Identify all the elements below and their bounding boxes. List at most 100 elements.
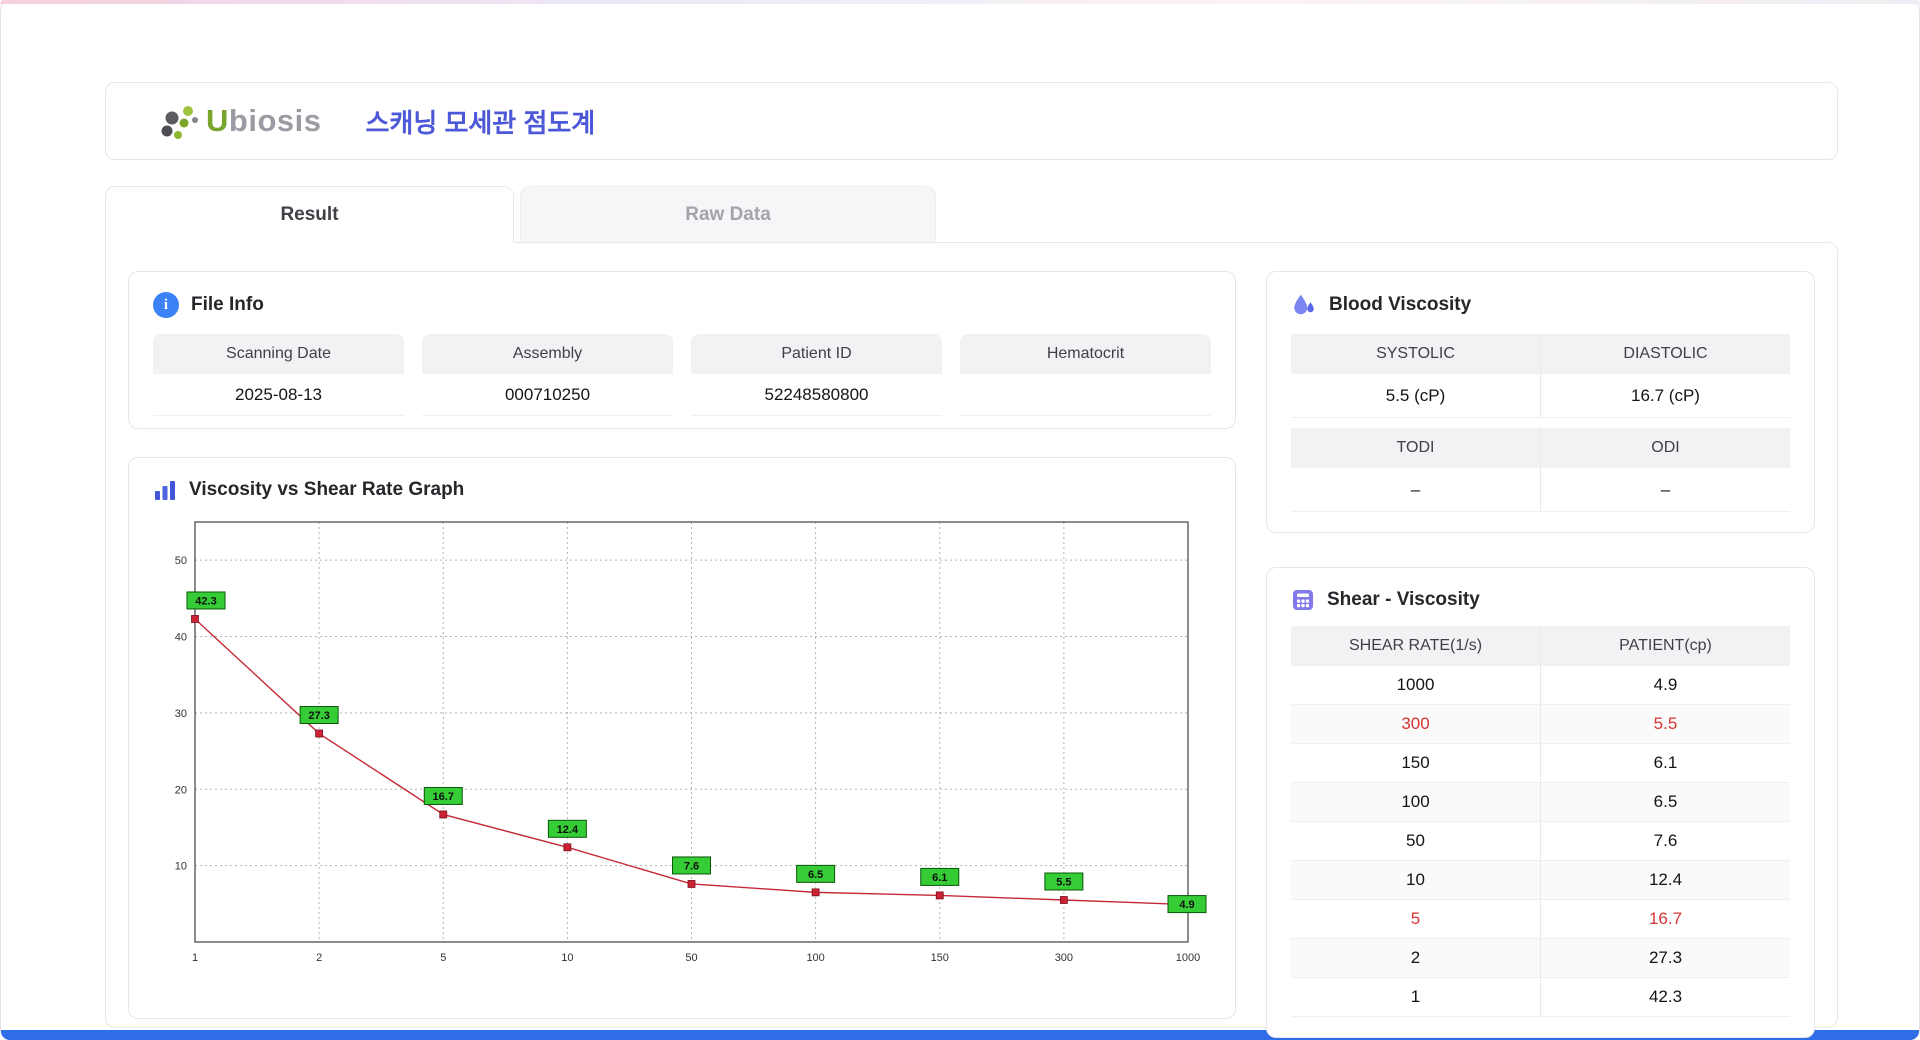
shear-table-row: 100 6.5 xyxy=(1291,783,1790,822)
bv-value-row-1: 5.5 (cP) 16.7 (cP) xyxy=(1291,374,1790,418)
shear-rate-cell: 5 xyxy=(1291,900,1541,938)
shear-table-row: 300 5.5 xyxy=(1291,705,1790,744)
shear-table-row: 2 27.3 xyxy=(1291,939,1790,978)
field-label: Scanning Date xyxy=(153,334,404,374)
brand-text: Ubiosis xyxy=(206,103,321,139)
shear-table-row: 50 7.6 xyxy=(1291,822,1790,861)
systolic-value: 5.5 (cP) xyxy=(1291,374,1541,418)
right-column: Blood Viscosity SYSTOLIC DIASTOLIC 5.5 (… xyxy=(1266,271,1815,1038)
svg-text:50: 50 xyxy=(175,555,187,567)
info-icon xyxy=(153,292,179,318)
chart-wrap: 1 2 5 10 50 100 150 300 1000 10 20 30 40 50 42.3 27.3 16… xyxy=(153,514,1211,991)
shear-viscosity-title-row: Shear - Viscosity xyxy=(1291,588,1790,612)
brand-text-rest: biosis xyxy=(228,103,322,138)
page-title: 스캐닝 모세관 점도계 xyxy=(365,107,596,138)
ubiosis-logo-icon xyxy=(161,106,198,139)
svg-text:5: 5 xyxy=(440,952,446,964)
field-value: 000710250 xyxy=(422,374,673,416)
diastolic-value: 16.7 (cP) xyxy=(1541,374,1790,418)
result-panel: File Info Scanning Date2025-08-13Assembl… xyxy=(105,242,1838,1038)
svg-text:100: 100 xyxy=(806,952,824,964)
patient-column-header: PATIENT(cp) xyxy=(1619,637,1712,654)
svg-text:30: 30 xyxy=(175,708,187,720)
graph-title: Viscosity vs Shear Rate Graph xyxy=(189,479,465,500)
blood-viscosity-card: Blood Viscosity SYSTOLIC DIASTOLIC 5.5 (… xyxy=(1266,271,1815,533)
shear-table-row: 5 16.7 xyxy=(1291,900,1790,939)
blood-viscosity-title-row: Blood Viscosity xyxy=(1291,292,1790,318)
bv-spacer xyxy=(1291,418,1790,428)
tab-result[interactable]: Result xyxy=(105,186,514,243)
svg-text:16.7: 16.7 xyxy=(433,791,454,803)
shear-rate-cell: 2 xyxy=(1291,939,1541,977)
file-info-field: Scanning Date 2025-08-13 xyxy=(153,334,404,416)
blood-viscosity-title: Blood Viscosity xyxy=(1329,294,1472,315)
svg-text:42.3: 42.3 xyxy=(195,595,216,607)
viscosity-chart: 1 2 5 10 50 100 150 300 1000 10 20 30 40 50 42.3 27.3 16… xyxy=(175,521,1207,964)
bv-value-row-2: – – xyxy=(1291,468,1790,512)
svg-text:10: 10 xyxy=(561,952,573,964)
patient-cell: 6.1 xyxy=(1653,753,1678,772)
shear-rate-cell: 50 xyxy=(1291,822,1541,860)
file-info-fields: Scanning Date 2025-08-13 Assembly 000710250… xyxy=(153,334,1211,416)
patient-cell: 4.9 xyxy=(1653,675,1678,694)
file-info-title-row: File Info xyxy=(153,292,1211,318)
svg-text:20: 20 xyxy=(175,784,187,796)
app-container: Ubiosis 스캐닝 모세관 점도계 Result Raw Data File… xyxy=(105,0,1838,1038)
odi-value: – xyxy=(1541,468,1790,512)
patient-cell: 6.5 xyxy=(1653,792,1678,811)
field-label: Patient ID xyxy=(691,334,942,374)
shear-rate-cell: 150 xyxy=(1291,744,1541,782)
shear-table-body: 1000 4.9 300 5.5 150 6.1 100 6.5 50 7.6 10 12.4 5 16.… xyxy=(1291,666,1790,1017)
shear-table-row: 10 12.4 xyxy=(1291,861,1790,900)
header: Ubiosis 스캐닝 모세관 점도계 xyxy=(105,82,1838,160)
diastolic-label: DIASTOLIC xyxy=(1541,334,1790,374)
shear-rate-column-header: SHEAR RATE(1/s) xyxy=(1291,626,1541,666)
graph-title-row: Viscosity vs Shear Rate Graph xyxy=(153,478,1211,502)
shear-rate-cell: 1 xyxy=(1291,978,1541,1016)
shear-viscosity-card: Shear - Viscosity SHEAR RATE(1/s) PATIEN… xyxy=(1266,567,1815,1038)
svg-text:150: 150 xyxy=(931,952,949,964)
calculator-icon xyxy=(1293,590,1313,610)
shear-table-header: SHEAR RATE(1/s) PATIENT(cp) xyxy=(1291,626,1790,666)
svg-text:1: 1 xyxy=(192,952,198,964)
shear-table-row: 150 6.1 xyxy=(1291,744,1790,783)
shear-rate-cell: 300 xyxy=(1291,705,1541,743)
svg-text:7.6: 7.6 xyxy=(684,860,699,872)
brand-logo: Ubiosis xyxy=(156,100,321,142)
field-label: Hematocrit xyxy=(960,334,1211,374)
shear-rate-cell: 100 xyxy=(1291,783,1541,821)
tab-raw-data[interactable]: Raw Data xyxy=(520,186,936,243)
field-label: Assembly xyxy=(422,334,673,374)
svg-text:5.5: 5.5 xyxy=(1056,877,1071,889)
svg-text:300: 300 xyxy=(1055,952,1073,964)
shear-rate-cell: 1000 xyxy=(1291,666,1541,704)
patient-cell: 12.4 xyxy=(1648,870,1683,889)
file-info-field: Hematocrit xyxy=(960,334,1211,416)
patient-cell: 7.6 xyxy=(1653,831,1678,850)
brand-text-u: U xyxy=(206,103,229,138)
patient-cell: 42.3 xyxy=(1648,987,1683,1006)
patient-cell: 5.5 xyxy=(1653,714,1678,733)
shear-viscosity-title: Shear - Viscosity xyxy=(1327,589,1480,610)
svg-text:6.5: 6.5 xyxy=(808,869,823,881)
shear-viscosity-table: SHEAR RATE(1/s) PATIENT(cp) 1000 4.9 300 5.… xyxy=(1291,626,1790,1017)
field-value xyxy=(960,374,1211,416)
blood-viscosity-grid: SYSTOLIC DIASTOLIC 5.5 (cP) 16.7 (cP) TO… xyxy=(1291,334,1790,512)
file-info-field: Assembly 000710250 xyxy=(422,334,673,416)
file-info-title: File Info xyxy=(191,294,264,315)
svg-text:40: 40 xyxy=(175,632,187,644)
left-column: File Info Scanning Date2025-08-13Assembl… xyxy=(128,271,1236,1019)
svg-text:1000: 1000 xyxy=(1176,952,1200,964)
bar-chart-icon xyxy=(155,481,175,500)
field-value: 52248580800 xyxy=(691,374,942,416)
todi-value: – xyxy=(1291,468,1541,512)
file-info-field: Patient ID 52248580800 xyxy=(691,334,942,416)
svg-text:27.3: 27.3 xyxy=(308,710,329,722)
shear-table-row: 1 42.3 xyxy=(1291,978,1790,1017)
patient-cell: 16.7 xyxy=(1648,909,1683,928)
shear-table-row: 1000 4.9 xyxy=(1291,666,1790,705)
svg-text:4.9: 4.9 xyxy=(1179,899,1194,911)
svg-text:50: 50 xyxy=(685,952,697,964)
svg-text:2: 2 xyxy=(316,952,322,964)
bv-header-row-2: TODI ODI xyxy=(1291,428,1790,468)
